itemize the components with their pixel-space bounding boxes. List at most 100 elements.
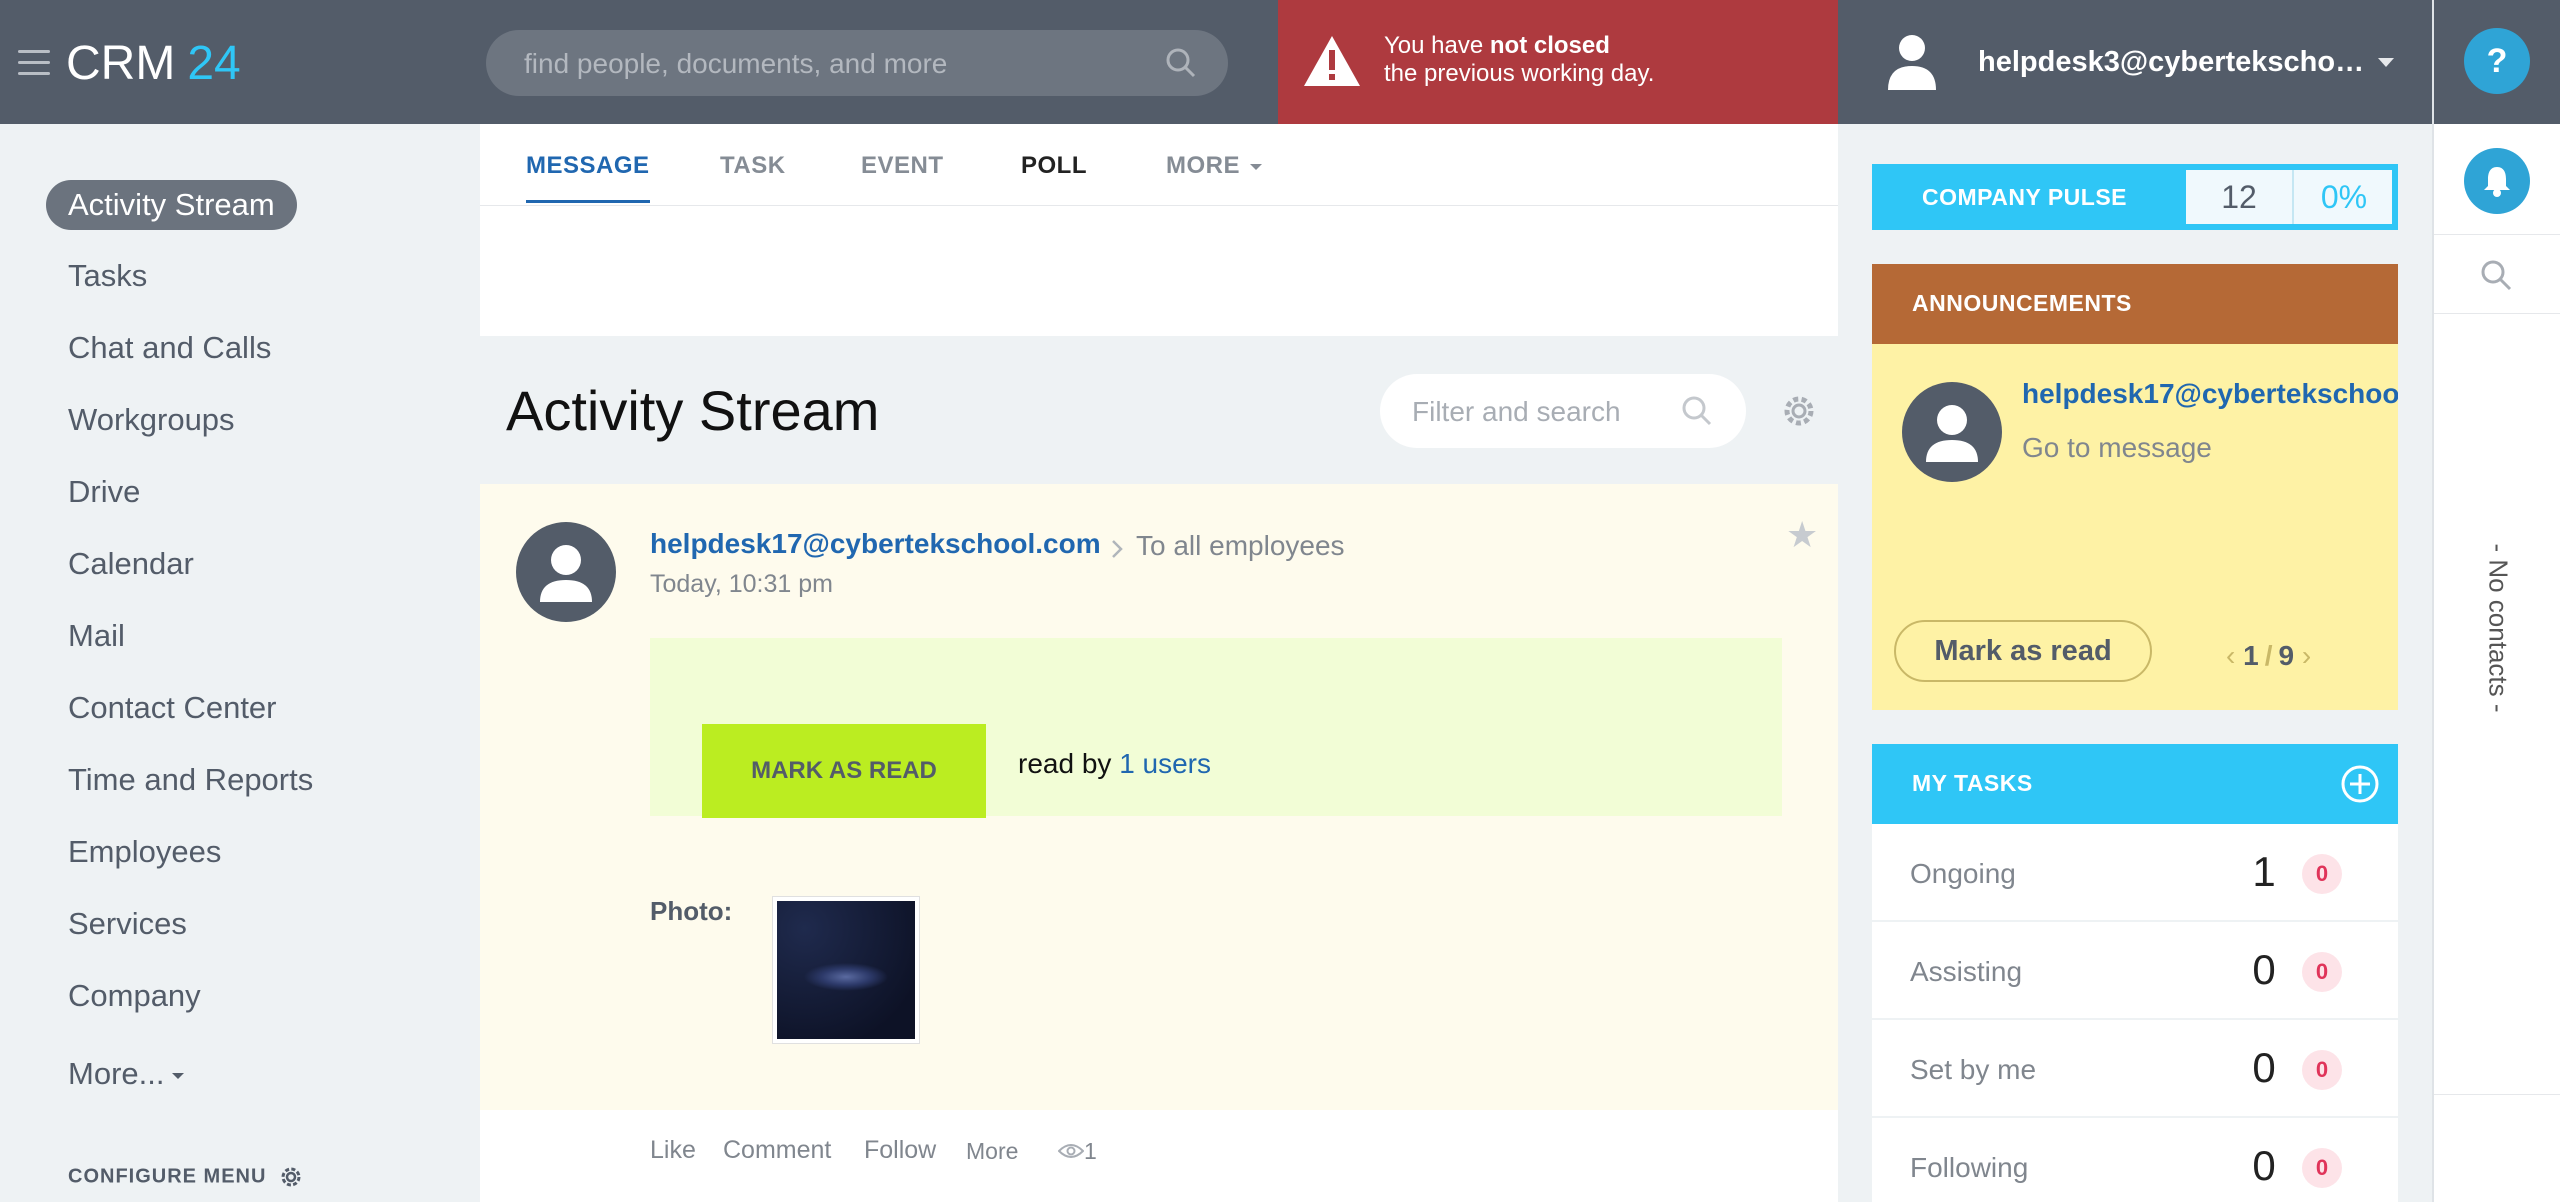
menu-item-time-and-reports[interactable]: Time and Reports bbox=[68, 762, 313, 798]
comment-button[interactable]: Comment bbox=[723, 1136, 831, 1165]
next-arrow-icon[interactable]: › bbox=[2302, 640, 2311, 671]
feed-post: helpdesk17@cybertekschool.com To all emp… bbox=[480, 484, 1838, 1110]
global-search-input[interactable]: find people, documents, and more bbox=[486, 30, 1228, 96]
read-confirmation-box: MARK AS READ read by 1 users bbox=[650, 638, 1782, 818]
tab-message[interactable]: MESSAGE bbox=[526, 152, 650, 203]
announcement-card: helpdesk17@cybertekschool.com Go to mess… bbox=[1872, 344, 2398, 710]
configure-menu-button[interactable]: CONFIGURE MENU bbox=[68, 1164, 304, 1190]
search-icon[interactable] bbox=[1164, 46, 1198, 80]
announcements-title: ANNOUNCEMENTS bbox=[1912, 290, 2132, 316]
menu-item-activity-stream[interactable]: Activity Stream bbox=[46, 180, 297, 230]
views-counter: 1 bbox=[1057, 1138, 1097, 1165]
search-icon[interactable] bbox=[1680, 394, 1714, 428]
announcement-author-link[interactable]: helpdesk17@cybertekschool.com bbox=[2022, 378, 2398, 410]
prev-arrow-icon[interactable]: ‹ bbox=[2226, 640, 2235, 671]
task-row-following[interactable]: Following 0 0 bbox=[1872, 1118, 2398, 1202]
pulse-values: 12 0% bbox=[2186, 170, 2392, 224]
task-row-assisting[interactable]: Assisting 0 0 bbox=[1872, 922, 2398, 1018]
post-actions: Like Comment Follow More 1 bbox=[480, 1110, 1838, 1202]
chevron-down-icon[interactable] bbox=[2378, 58, 2394, 67]
announcements-header: ANNOUNCEMENTS bbox=[1872, 264, 2398, 344]
task-row-set-by-me[interactable]: Set by me 0 0 bbox=[1872, 1020, 2398, 1116]
photo-thumbnail[interactable] bbox=[772, 896, 920, 1044]
company-pulse-widget[interactable]: COMPANY PULSE 12 0% bbox=[1872, 164, 2398, 230]
menu-item-workgroups[interactable]: Workgroups bbox=[68, 402, 235, 438]
post-destination[interactable]: To all employees bbox=[1136, 530, 1345, 562]
avatar[interactable] bbox=[1902, 382, 2002, 482]
task-row-count: 1 bbox=[2252, 848, 2276, 895]
warning-icon bbox=[1304, 36, 1360, 86]
chevron-right-icon bbox=[1112, 540, 1123, 558]
tab-task[interactable]: TASK bbox=[720, 152, 786, 180]
menu-item-mail[interactable]: Mail bbox=[68, 618, 125, 654]
chevron-down-icon bbox=[1250, 163, 1262, 170]
post-date[interactable]: Today, 10:31 pm bbox=[650, 570, 833, 599]
tab-more[interactable]: MORE bbox=[1166, 152, 1262, 180]
post-composer: MESSAGE TASK EVENT POLL MORE bbox=[480, 124, 1838, 336]
pulse-percent: 0% bbox=[2320, 179, 2368, 215]
menu-item-drive[interactable]: Drive bbox=[68, 474, 140, 510]
tab-more-label: MORE bbox=[1166, 152, 1240, 179]
read-by-users-link[interactable]: 1 users bbox=[1119, 748, 1211, 779]
contact-search[interactable] bbox=[2434, 234, 2560, 314]
tab-event[interactable]: EVENT bbox=[861, 152, 944, 180]
divider bbox=[2434, 1094, 2560, 1095]
work-day-alert[interactable]: You have not closed the previous working… bbox=[1278, 0, 1838, 124]
help-icon[interactable]: ? bbox=[2464, 28, 2530, 94]
menu-item-tasks[interactable]: Tasks bbox=[68, 258, 147, 294]
task-row-ongoing[interactable]: Ongoing 1 0 bbox=[1872, 824, 2398, 920]
task-row-badge: 0 bbox=[2302, 854, 2342, 894]
pulse-count: 12 bbox=[2186, 170, 2294, 224]
menu-item-contact-center[interactable]: Contact Center bbox=[68, 690, 277, 726]
logo-number: 24 bbox=[187, 37, 241, 90]
go-to-message-link[interactable]: Go to message bbox=[2022, 432, 2212, 464]
task-row-label: Assisting bbox=[1910, 956, 2023, 987]
alert-text-line2: the previous working day. bbox=[1384, 60, 1655, 87]
avatar[interactable] bbox=[516, 522, 616, 622]
right-sidebar: ? - No contacts - bbox=[2432, 0, 2560, 1202]
user-menu[interactable]: helpdesk3@cybertekschool.com bbox=[1838, 0, 2432, 124]
more-button[interactable]: More bbox=[966, 1138, 1018, 1165]
menu-item-services[interactable]: Services bbox=[68, 906, 187, 942]
follow-button[interactable]: Follow bbox=[864, 1136, 936, 1165]
company-pulse-label: COMPANY PULSE bbox=[1922, 184, 2128, 210]
composer-tabs: MESSAGE TASK EVENT POLL MORE bbox=[480, 124, 1838, 206]
tab-poll[interactable]: POLL bbox=[1021, 152, 1087, 180]
read-by-label: read by bbox=[1018, 748, 1112, 779]
task-row-badge: 0 bbox=[2302, 1148, 2342, 1188]
chevron-down-icon bbox=[172, 1072, 185, 1079]
like-button[interactable]: Like bbox=[650, 1136, 696, 1165]
page-separator: / bbox=[2264, 640, 2273, 671]
my-tasks-title: MY TASKS bbox=[1912, 770, 2033, 796]
gear-icon[interactable] bbox=[1780, 392, 1818, 430]
mark-as-read-button[interactable]: MARK AS READ bbox=[702, 724, 986, 818]
configure-menu-label: CONFIGURE MENU bbox=[68, 1165, 267, 1188]
search-placeholder: find people, documents, and more bbox=[524, 48, 948, 79]
menu-more-label: More... bbox=[68, 1056, 165, 1091]
menu-item-more[interactable]: More... bbox=[68, 1056, 185, 1092]
task-row-label: Following bbox=[1910, 1152, 2029, 1183]
left-menu: Activity Stream Tasks Chat and Calls Wor… bbox=[0, 124, 480, 1202]
help-area: ? bbox=[2434, 0, 2560, 124]
eye-icon bbox=[1057, 1144, 1085, 1158]
alert-text-pre: You have bbox=[1384, 32, 1490, 59]
task-row-label: Set by me bbox=[1910, 1054, 2037, 1085]
post-author-link[interactable]: helpdesk17@cybertekschool.com bbox=[650, 528, 1101, 560]
task-row-count: 0 bbox=[2252, 1044, 2276, 1091]
menu-item-calendar[interactable]: Calendar bbox=[68, 546, 194, 582]
menu-icon[interactable] bbox=[18, 50, 50, 78]
menu-item-employees[interactable]: Employees bbox=[68, 834, 221, 870]
search-icon[interactable] bbox=[2478, 257, 2514, 293]
no-contacts-label: - No contacts - bbox=[2483, 543, 2514, 713]
bell-icon[interactable] bbox=[2464, 148, 2530, 214]
menu-item-company[interactable]: Company bbox=[68, 978, 201, 1014]
mark-as-read-announcement-button[interactable]: Mark as read bbox=[1894, 620, 2152, 682]
menu-item-chat-and-calls[interactable]: Chat and Calls bbox=[68, 330, 271, 366]
page-title: Activity Stream bbox=[506, 379, 880, 442]
page-total: 9 bbox=[2278, 640, 2295, 671]
filter-search-input[interactable]: Filter and search bbox=[1380, 374, 1746, 448]
logo[interactable]: CRM 24 bbox=[66, 34, 241, 94]
star-icon[interactable]: ★ bbox=[1786, 514, 1818, 556]
plus-circle-icon[interactable] bbox=[2340, 764, 2380, 804]
filter-placeholder: Filter and search bbox=[1412, 396, 1621, 427]
